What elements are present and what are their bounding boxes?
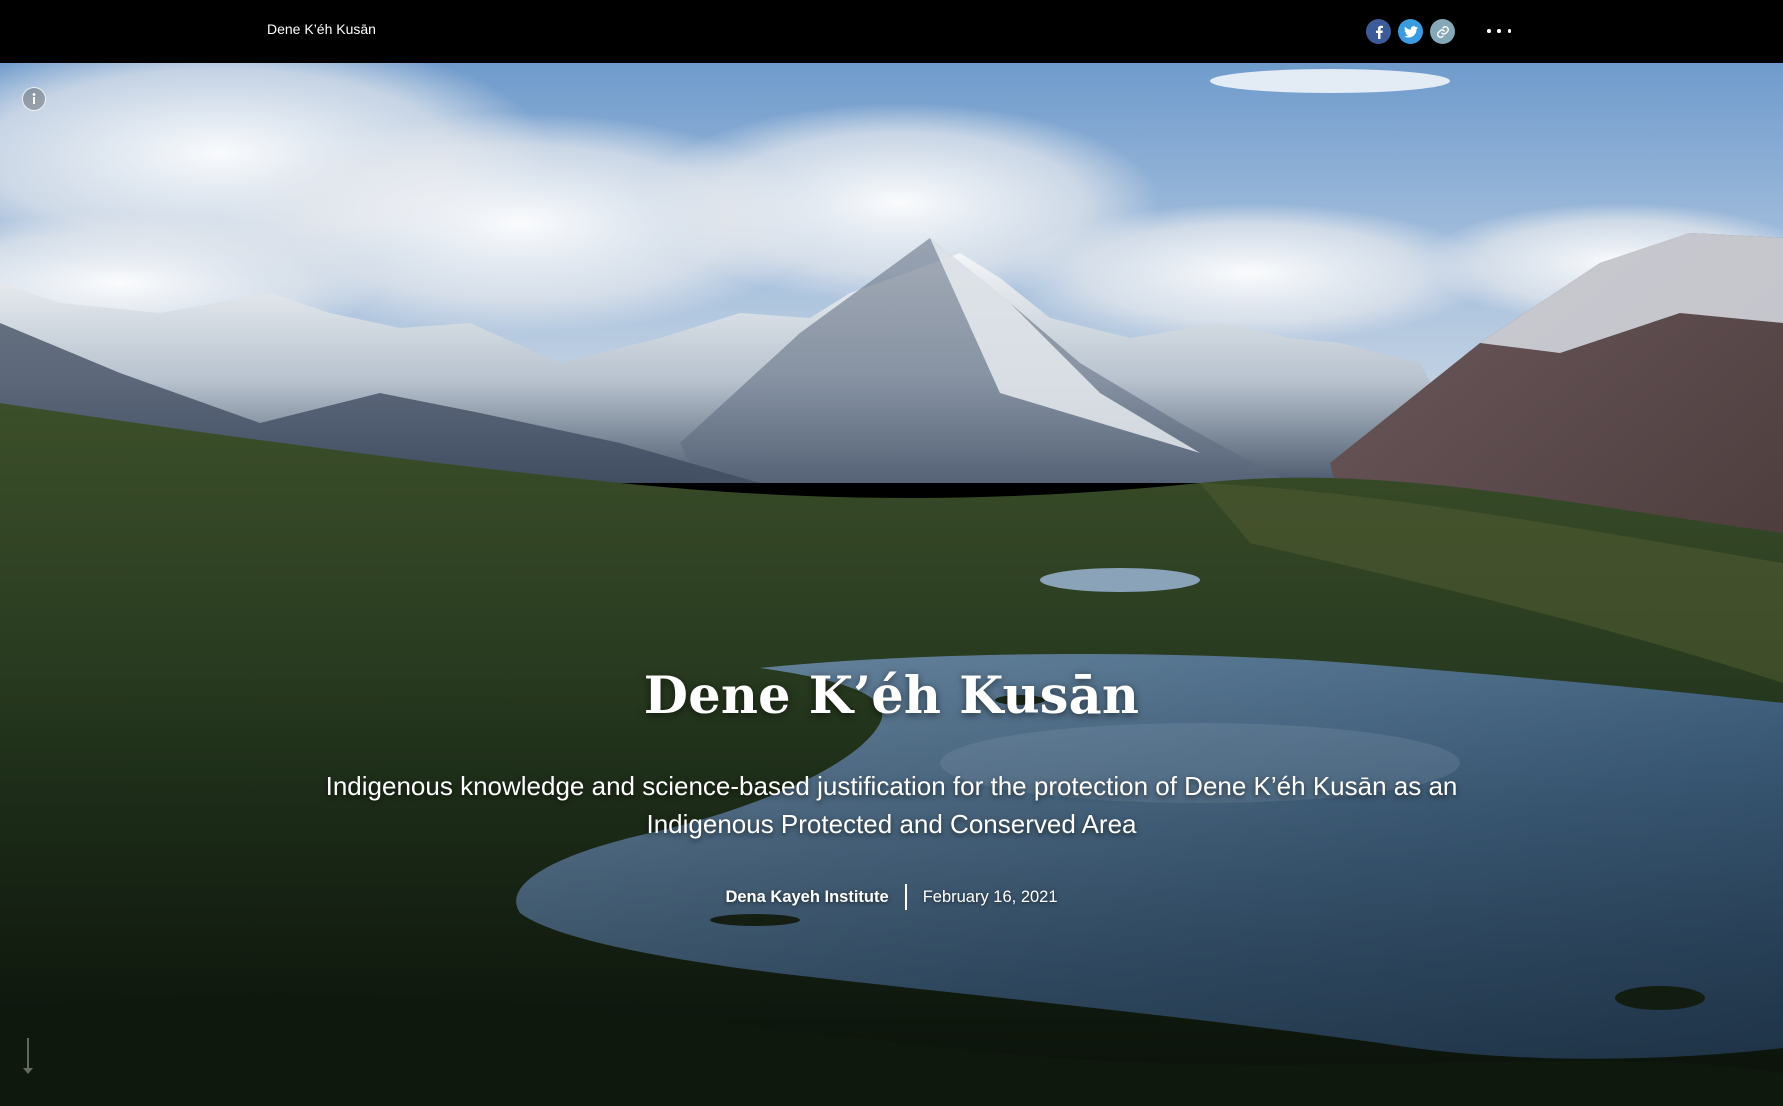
copy-link-button[interactable]	[1430, 19, 1455, 44]
story-title: Dene K’éh Kusān	[643, 666, 1140, 726]
scroll-down-icon	[23, 1038, 33, 1074]
link-icon	[1436, 25, 1449, 38]
image-info-button[interactable]	[22, 87, 46, 111]
hero-section	[0, 63, 1783, 1106]
facebook-share-button[interactable]	[1366, 19, 1391, 44]
twitter-share-button[interactable]	[1398, 19, 1423, 44]
twitter-icon	[1403, 25, 1418, 38]
more-options-button[interactable]	[1487, 27, 1511, 35]
hero-landscape-image	[0, 63, 1783, 1106]
facebook-icon	[1375, 25, 1383, 39]
byline: Dena Kayeh Institute February 16, 2021	[0, 884, 1783, 910]
author-name: Dena Kayeh Institute	[725, 887, 889, 906]
top-bar: Dene K’éh Kusān	[0, 0, 1783, 63]
info-icon	[32, 93, 36, 104]
story-subtitle: Indigenous knowledge and science-based j…	[325, 771, 1458, 839]
more-horizontal-icon	[1487, 29, 1491, 33]
publish-date: February 16, 2021	[922, 887, 1058, 906]
site-title[interactable]: Dene K’éh Kusān	[267, 21, 376, 37]
